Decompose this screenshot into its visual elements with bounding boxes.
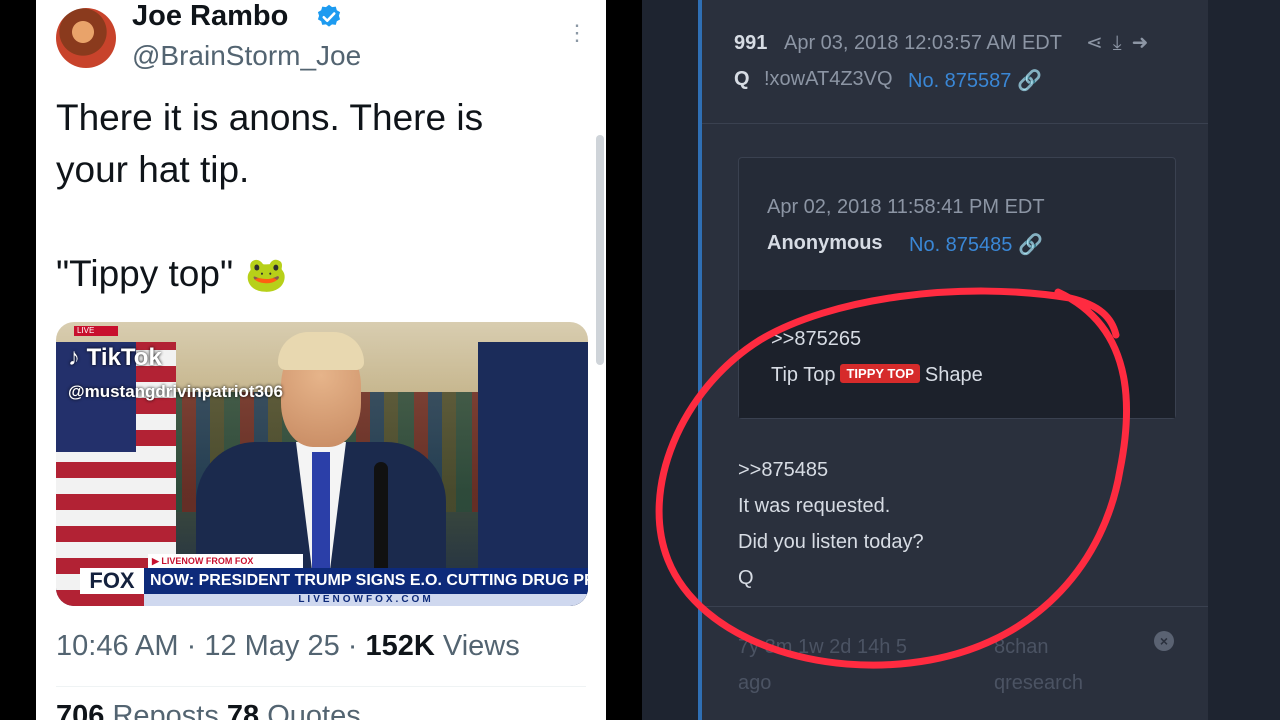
go-arrow-icon[interactable]: ➜ bbox=[1132, 32, 1159, 54]
post-id-link[interactable]: No. 875587 🔗 bbox=[908, 68, 1042, 93]
tiktok-logo: ♪ TikTok bbox=[68, 344, 162, 371]
divider bbox=[56, 686, 586, 687]
author-name[interactable]: Joe Rambo bbox=[132, 0, 288, 33]
post-actions: ⋖⤓➜ bbox=[1086, 30, 1158, 55]
views-label: Views bbox=[442, 630, 520, 662]
quoted-line: Tip Top TIPPY TOP Shape bbox=[771, 364, 983, 386]
post-number: 991 bbox=[734, 32, 768, 54]
tweet-text-line: your hat tip. bbox=[56, 149, 250, 190]
network-logo: FOX bbox=[80, 568, 144, 594]
post-footer: 7y 3m 1w 2d 14h 5 ago 8chan qresearch × bbox=[702, 606, 1208, 720]
embedded-video[interactable]: LIVE ♪ TikTok @mustangdrivinpatriot306 ▶… bbox=[56, 322, 588, 606]
quoted-date: Apr 02, 2018 11:58:41 PM EDT bbox=[767, 196, 1045, 218]
verified-badge-icon bbox=[317, 4, 341, 27]
tippy-top-badge: TIPPY TOP bbox=[840, 364, 920, 383]
body-line: It was requested. bbox=[738, 495, 891, 517]
scrollbar[interactable] bbox=[596, 135, 604, 365]
body-line: Did you listen today? bbox=[738, 531, 924, 553]
qdrop-post: 991 Apr 03, 2018 12:03:57 AM EDT ⋖⤓➜ Q !… bbox=[698, 0, 1208, 720]
quoted-post: Apr 02, 2018 11:58:41 PM EDT Anonymous N… bbox=[738, 157, 1176, 419]
link-icon: 🔗 bbox=[1016, 70, 1042, 92]
tweet-panel: Joe Rambo @BrainStorm_Joe ⋮ There it is … bbox=[36, 0, 606, 720]
link-icon: 🔗 bbox=[1017, 234, 1043, 256]
live-tag: LIVE bbox=[74, 326, 118, 336]
tripcode: !xowAT4Z3VQ bbox=[764, 68, 893, 90]
tweet-text-quote: "Tippy top" bbox=[56, 253, 234, 294]
more-options-icon[interactable]: ⋮ bbox=[566, 20, 588, 46]
post-date: Apr 03, 2018 12:03:57 AM EDT bbox=[784, 32, 1062, 54]
quoted-post-id-link[interactable]: No. 875485 🔗 bbox=[909, 232, 1043, 257]
post-header: 991 Apr 03, 2018 12:03:57 AM EDT ⋖⤓➜ Q !… bbox=[702, 0, 1208, 124]
news-url: LIVENOWFOX.COM bbox=[144, 594, 588, 606]
reposts-count[interactable]: 706 bbox=[56, 700, 104, 720]
tweet-stats: 706 Reposts 78 Quotes bbox=[56, 700, 361, 720]
views-count: 152K bbox=[365, 630, 435, 662]
relative-time: 7y 3m 1w 2d 14h 5 ago bbox=[738, 636, 907, 694]
post-body: >>875485 It was requested. Did you liste… bbox=[738, 452, 924, 596]
qdrop-panel: 991 Apr 03, 2018 12:03:57 AM EDT ⋖⤓➜ Q !… bbox=[642, 0, 1280, 720]
quoted-author: Anonymous bbox=[767, 232, 883, 254]
poster-name: Q bbox=[734, 68, 750, 90]
lower-third-label: ▶ LIVENOW FROM FOX bbox=[148, 554, 303, 568]
tiktok-username: @mustangdrivinpatriot306 bbox=[68, 382, 283, 401]
avatar[interactable] bbox=[56, 8, 116, 68]
tweet-text-line: There it is anons. There is bbox=[56, 97, 484, 138]
tweet-meta: 10:46 AM · 12 May 25 · 152K Views bbox=[56, 630, 520, 662]
tweet-date[interactable]: 12 May 25 bbox=[204, 630, 339, 662]
frog-emoji-icon: 🐸 bbox=[245, 256, 288, 294]
reply-reference[interactable]: >>875485 bbox=[738, 452, 924, 488]
tweet-time[interactable]: 10:46 AM bbox=[56, 630, 179, 662]
news-headline: NOW: PRESIDENT TRUMP SIGNS E.O. CUTTING … bbox=[144, 568, 588, 594]
download-icon[interactable]: ⤓ bbox=[1113, 32, 1132, 54]
quotes-label[interactable]: Quotes bbox=[267, 700, 361, 720]
reply-reference[interactable]: >>875265 bbox=[771, 328, 861, 351]
tweet-text: There it is anons. There is your hat tip… bbox=[56, 92, 576, 353]
presidential-flag bbox=[478, 342, 588, 606]
source-board[interactable]: 8chan qresearch bbox=[994, 629, 1083, 701]
signature: Q bbox=[738, 567, 754, 589]
close-icon[interactable]: × bbox=[1154, 631, 1174, 651]
quotes-count[interactable]: 78 bbox=[227, 700, 259, 720]
quoted-body: >>875265 Tip Top TIPPY TOP Shape bbox=[739, 290, 1175, 418]
author-handle[interactable]: @BrainStorm_Joe bbox=[132, 40, 361, 72]
reposts-label[interactable]: Reposts bbox=[112, 700, 218, 720]
share-icon[interactable]: ⋖ bbox=[1086, 32, 1113, 54]
